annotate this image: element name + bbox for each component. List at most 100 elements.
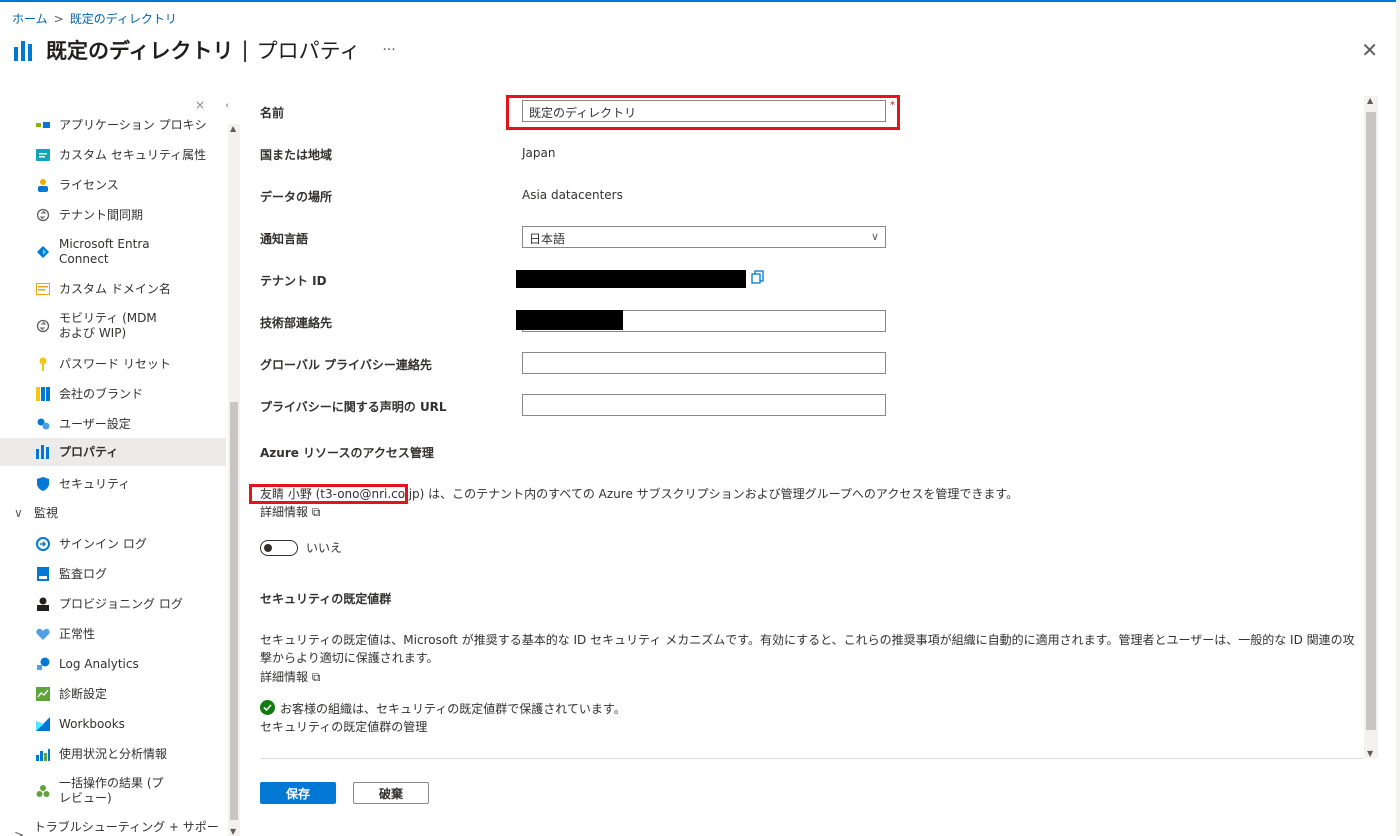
name-input[interactable]: 既定のディレクトリ	[522, 100, 886, 122]
sidebar-item-label: テナント間同期	[59, 207, 144, 222]
app-proxy-icon	[36, 118, 50, 132]
security-defaults-text: セキュリティの既定値は、Microsoft が推奨する基本的な ID セキュリテ…	[260, 633, 1355, 665]
top-accent-bar	[0, 0, 1400, 2]
health-icon	[36, 627, 50, 641]
title-separator: |	[241, 38, 249, 62]
window-edge	[1396, 0, 1400, 836]
sidebar-item-log-analytics[interactable]: Log Analytics	[0, 655, 226, 673]
sidebar-item-entra-connect[interactable]: Microsoft Entra Connect	[0, 235, 226, 269]
scroll-up-icon[interactable]: ▲	[1367, 96, 1373, 105]
license-icon	[36, 178, 50, 192]
usage-icon	[36, 747, 50, 761]
properties-form: 名前 既定のディレクトリ * 国または地域 Japan データの場所 Asia …	[240, 95, 1364, 836]
sidebar-group-monitor[interactable]: ∨ 監視	[14, 504, 58, 521]
success-check-icon	[260, 700, 275, 718]
sidebar-item-usage-insights[interactable]: 使用状況と分析情報	[0, 745, 226, 763]
provisioning-icon	[36, 597, 50, 611]
sidebar-scrollbar[interactable]: ▲ ▼	[228, 124, 240, 836]
sync-icon	[36, 208, 50, 222]
sidebar-item-password-reset[interactable]: パスワード リセット	[0, 355, 226, 373]
sidebar-item-security[interactable]: セキュリティ	[0, 475, 226, 493]
sidebar-item-label: 使用状況と分析情報	[59, 746, 168, 761]
language-label: 通知言語	[260, 232, 309, 246]
sidebar-item-label: カスタム セキュリティ属性	[59, 147, 207, 162]
sidebar-item-label: ライセンス	[59, 177, 119, 192]
scrollbar-thumb[interactable]	[230, 402, 238, 820]
data-location-value: Asia datacenters	[522, 188, 623, 202]
sidebar-group-troubleshooting[interactable]: > トラブルシューティング + サポート	[14, 818, 228, 836]
security-defaults-learn-more-link[interactable]: 詳細情報 ⧉	[260, 668, 320, 686]
sidebar-item-mobility[interactable]: モビリティ (MDM および WIP)	[0, 309, 226, 343]
azure-access-toggle[interactable]	[260, 540, 298, 556]
mobility-icon	[36, 319, 50, 333]
manage-security-defaults-link[interactable]: セキュリティの既定値群の管理	[260, 718, 427, 736]
sidebar-item-provisioning-logs[interactable]: プロビジョニング ログ	[0, 595, 226, 613]
sidebar-item-label: パスワード リセット	[59, 356, 171, 371]
link-label: 詳細情報	[260, 505, 309, 519]
sidebar-item-label: セキュリティ	[59, 476, 131, 491]
signin-log-icon	[36, 537, 50, 551]
properties-icon	[36, 445, 50, 459]
copy-icon[interactable]	[751, 270, 765, 284]
sidebar-item-workbooks[interactable]: Workbooks	[0, 715, 226, 733]
external-link-icon: ⧉	[311, 670, 321, 684]
sidebar-item-license[interactable]: ライセンス	[0, 176, 226, 194]
external-link-icon: ⧉	[311, 505, 321, 519]
breadcrumb-current[interactable]: 既定のディレクトリ	[70, 10, 177, 27]
sidebar-item-user-settings[interactable]: ユーザー設定	[0, 415, 226, 433]
collapse-sidebar-icon[interactable]: «	[225, 98, 228, 112]
sidebar-item-company-branding[interactable]: 会社のブランド	[0, 385, 226, 403]
clear-search-icon[interactable]: ×	[195, 98, 205, 112]
more-options-icon[interactable]: ···	[382, 42, 395, 58]
sidebar-item-label: モビリティ (MDM および WIP)	[59, 311, 157, 340]
sidebar-item-custom-attributes[interactable]: カスタム セキュリティ属性	[0, 146, 226, 164]
sidebar-item-audit-logs[interactable]: 監査ログ	[0, 565, 226, 583]
shield-icon	[36, 477, 50, 491]
scroll-down-icon[interactable]: ▼	[230, 827, 236, 836]
azure-access-learn-more-link[interactable]: 詳細情報 ⧉	[260, 503, 320, 521]
redacted-tech-contact	[516, 310, 623, 330]
user-settings-icon	[36, 417, 50, 431]
scroll-down-icon[interactable]: ▼	[1367, 749, 1373, 758]
sidebar-nav: × « アプリケーション プロキシ カスタム セキュリティ属性 ライセンス テナ…	[0, 96, 228, 836]
security-defaults-title: セキュリティの既定値群	[260, 592, 392, 606]
sidebar-group-label: 監視	[34, 506, 59, 520]
sidebar-item-health[interactable]: 正常性	[0, 625, 226, 643]
discard-button[interactable]: 破棄	[353, 782, 429, 804]
scrollbar-thumb[interactable]	[1366, 112, 1376, 730]
privacy-contact-input[interactable]	[522, 352, 886, 374]
breadcrumb: ホーム > 既定のディレクトリ	[12, 10, 177, 27]
main-scrollbar[interactable]: ▲ ▼	[1364, 96, 1378, 758]
breadcrumb-home[interactable]: ホーム	[12, 10, 48, 27]
toggle-label: いいえ	[306, 541, 343, 555]
sidebar-item-diagnostic-settings[interactable]: 診断設定	[0, 685, 226, 703]
close-icon[interactable]: ✕	[1361, 38, 1378, 62]
sidebar-item-bulk-operations[interactable]: 一括操作の結果 (プレビュー)	[0, 774, 226, 808]
sidebar-item-label: ユーザー設定	[59, 416, 131, 431]
scroll-up-icon[interactable]: ▲	[230, 124, 236, 133]
properties-icon	[14, 39, 36, 61]
custom-attributes-icon	[36, 148, 50, 162]
language-select-value: 日本語	[529, 232, 566, 246]
sidebar-item-label: カスタム ドメイン名	[59, 281, 171, 296]
sidebar-group-label: トラブルシューティング + サポート	[33, 820, 219, 834]
sidebar-item-label: 一括操作の結果 (プレビュー)	[59, 776, 164, 805]
entra-connect-icon	[36, 245, 50, 259]
privacy-url-input[interactable]	[522, 394, 886, 416]
redacted-tenant-id	[516, 270, 746, 288]
sidebar-item-label: Log Analytics	[59, 656, 139, 671]
sidebar-item-label: Workbooks	[59, 716, 125, 731]
sidebar-item-custom-domain[interactable]: カスタム ドメイン名	[0, 280, 226, 298]
domain-icon	[36, 282, 50, 296]
language-select[interactable]: 日本語 ∨	[522, 226, 886, 248]
country-value: Japan	[522, 146, 556, 160]
save-button[interactable]: 保存	[260, 782, 336, 804]
sidebar-item-app-proxy[interactable]: アプリケーション プロキシ	[0, 116, 226, 134]
branding-icon	[36, 387, 50, 401]
sidebar-item-label: Microsoft Entra Connect	[59, 237, 150, 266]
chevron-down-icon: ∨	[870, 230, 879, 243]
sidebar-item-properties[interactable]: プロパティ	[0, 438, 226, 466]
sidebar-item-tenant-sync[interactable]: テナント間同期	[0, 206, 226, 224]
sidebar-item-signin-logs[interactable]: サインイン ログ	[0, 535, 226, 553]
key-icon	[36, 357, 50, 371]
